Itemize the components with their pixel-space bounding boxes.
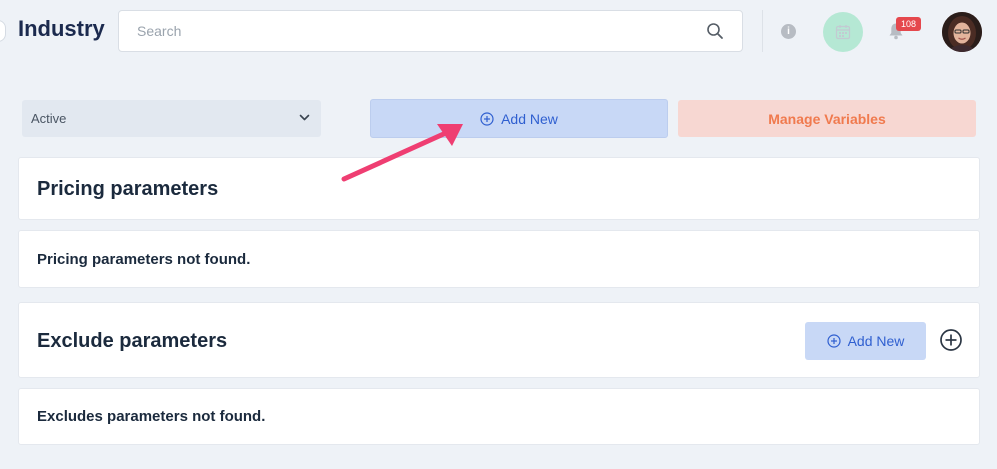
pricing-parameters-header: Pricing parameters [18, 157, 980, 220]
plus-circle-icon [480, 111, 494, 126]
header-divider [762, 10, 763, 52]
search-box[interactable] [118, 10, 743, 52]
add-new-button-label: Add New [501, 110, 558, 127]
pricing-parameters-empty: Pricing parameters not found. [18, 230, 980, 288]
notification-count-badge: 108 [896, 17, 921, 31]
calendar-icon [835, 25, 851, 40]
annotation-arrow [341, 124, 463, 182]
exclude-add-new-button[interactable]: Add New [805, 322, 926, 360]
sidebar-toggle[interactable] [0, 20, 6, 42]
status-select[interactable]: Active [22, 100, 321, 137]
exclude-empty-message: Excludes parameters not found. [37, 408, 266, 425]
page: Industry i 108 [0, 0, 997, 469]
calendar-button[interactable] [823, 12, 863, 52]
exclude-add-new-label: Add New [847, 333, 905, 349]
avatar-image [942, 12, 982, 52]
search-input[interactable] [119, 11, 699, 51]
info-icon[interactable]: i [781, 24, 796, 39]
chevron-down-icon [299, 114, 310, 121]
search-icon[interactable] [706, 22, 724, 40]
status-select-value: Active [31, 111, 67, 126]
avatar[interactable] [942, 12, 982, 52]
page-title: Industry [18, 16, 105, 41]
add-circle-icon[interactable] [939, 328, 963, 352]
plus-circle-icon [826, 334, 841, 348]
exclude-parameters-header: Exclude parameters Add New [18, 302, 980, 378]
manage-variables-button[interactable]: Manage Variables [678, 100, 976, 137]
exclude-parameters-empty: Excludes parameters not found. [18, 388, 980, 445]
exclude-parameters-title: Exclude parameters [37, 330, 228, 352]
pricing-parameters-title: Pricing parameters [37, 178, 219, 200]
manage-variables-label: Manage Variables [768, 110, 886, 127]
pricing-empty-message: Pricing parameters not found. [37, 251, 251, 268]
